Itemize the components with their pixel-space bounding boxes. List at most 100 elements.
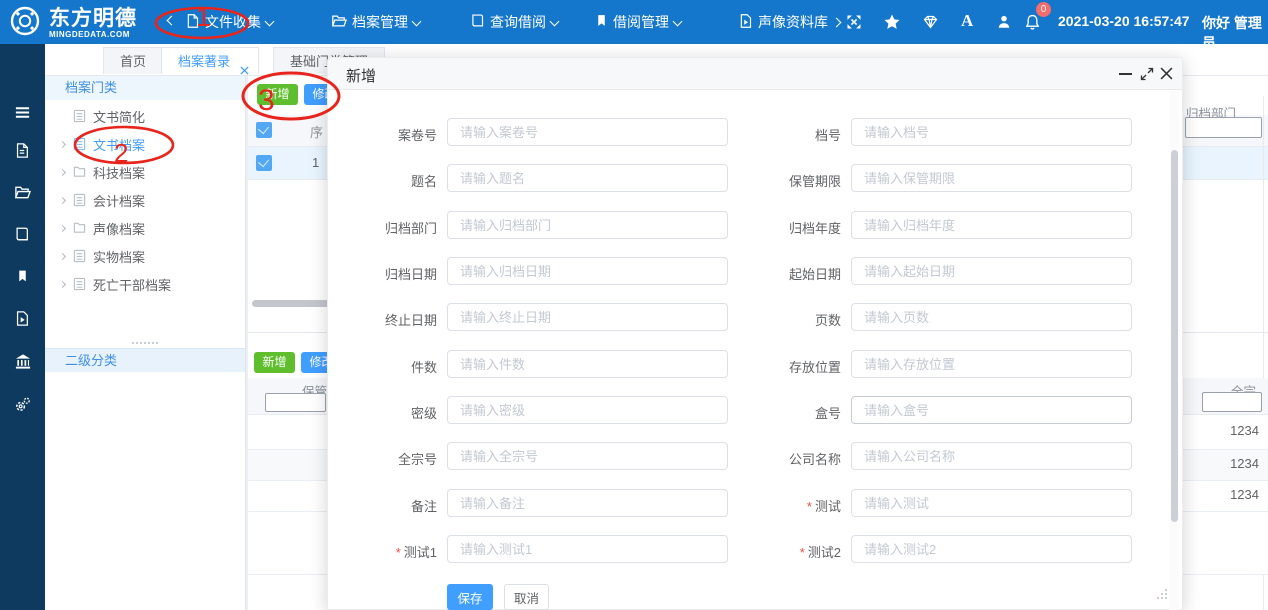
box-no-input[interactable] [851, 396, 1132, 424]
icon-sidebar [0, 44, 45, 610]
topnav-label: 查询借阅 [490, 14, 546, 30]
panel-title: 二级分类 [45, 348, 245, 372]
tree-item-doc-simplified[interactable]: 文书简化 [45, 103, 245, 129]
field-label: 题名 [410, 174, 437, 189]
field-label: 件数 [410, 360, 437, 375]
item-count-input[interactable] [447, 350, 728, 378]
font-size-icon[interactable]: A [961, 11, 979, 30]
case-file-no-input[interactable] [447, 118, 728, 146]
sidebar-document-icon[interactable] [14, 142, 31, 159]
sidebar-media-file-icon[interactable] [14, 310, 31, 327]
sidebar-gears-icon[interactable] [14, 396, 31, 413]
filing-date-input[interactable] [447, 257, 728, 285]
tree-item-tech-archive[interactable]: 科技档案 [45, 159, 245, 185]
field-label: 存放位置 [788, 360, 841, 375]
required-mark: * [806, 499, 812, 514]
sidebar-bank-icon[interactable] [14, 353, 31, 370]
chevron-right-icon [58, 252, 67, 260]
horizontal-scrollbar[interactable] [252, 300, 330, 307]
doc-icon [73, 137, 86, 151]
add-record-dialog: 新增 案卷号 档号 题名 保管期限 归档部门 归档年度 [327, 57, 1183, 610]
field-label: * 测试2 [799, 545, 841, 560]
doc-icon [73, 109, 86, 123]
tab-archive-cataloging[interactable]: 档案著录 [161, 47, 260, 75]
topnav-item-query-borrow[interactable]: 查询借阅 [470, 0, 560, 44]
topbar: 东方明德 MINGDEDATA.COM 文件收集 档案管理 查询借阅 借阅管理 [0, 0, 1268, 51]
folder-open-icon [331, 13, 347, 32]
minimize-icon[interactable] [1119, 73, 1132, 75]
tree-item-doc-archive[interactable]: 文书档案 [45, 131, 245, 157]
brand-title: 东方明德 [49, 7, 137, 30]
close-icon[interactable] [240, 57, 249, 75]
user-icon[interactable] [996, 13, 1014, 31]
user-greeting[interactable]: 你好 管理员 [1202, 13, 1268, 53]
security-level-input[interactable] [447, 396, 728, 424]
doc-icon [73, 249, 86, 263]
topnav-item-archive-manage[interactable]: 档案管理 [331, 0, 422, 44]
end-date-input[interactable] [447, 303, 728, 331]
panel-splitter[interactable] [45, 338, 245, 348]
resize-grip-icon[interactable] [1156, 587, 1168, 605]
system-datetime: 2021-03-20 16:57:47 [1058, 13, 1190, 29]
sidebar-book-icon[interactable] [14, 226, 31, 243]
company-name-input[interactable] [851, 442, 1132, 470]
test1-input[interactable] [447, 535, 728, 563]
chevron-right-icon [58, 224, 67, 232]
dept-filter-input[interactable] [1185, 117, 1262, 138]
cancel-button[interactable]: 取消 [504, 584, 549, 610]
add-button[interactable]: 新增 [257, 84, 298, 105]
folder-icon [73, 221, 86, 235]
storage-location-input[interactable] [851, 350, 1132, 378]
doc-icon [73, 193, 86, 207]
close-icon[interactable] [1160, 67, 1174, 81]
notification-badge: 0 [1036, 2, 1051, 17]
document-icon [185, 13, 200, 32]
dialog-scrollbar-thumb[interactable] [1171, 150, 1178, 522]
tree-item-physical-archive[interactable]: 实物档案 [45, 243, 245, 269]
tree-item-media-archive[interactable]: 声像档案 [45, 215, 245, 241]
brand-logo[interactable]: 东方明德 MINGDEDATA.COM [8, 4, 137, 43]
collapse-menu-icon[interactable] [166, 15, 177, 26]
save-button[interactable]: 保存 [447, 584, 493, 610]
start-date-input[interactable] [851, 257, 1132, 285]
gem-icon[interactable] [921, 13, 939, 31]
filing-dept-input[interactable] [447, 211, 728, 239]
title-input[interactable] [447, 164, 728, 192]
tree-item-deceased-cadre-archive[interactable]: 死亡干部档案 [45, 271, 245, 297]
hamburger-menu-icon[interactable] [14, 104, 31, 121]
retention-period-input[interactable] [851, 164, 1132, 192]
field-label: 起始日期 [788, 267, 841, 282]
test-input[interactable] [851, 489, 1132, 517]
field-label: 密级 [410, 406, 437, 421]
test2-input[interactable] [851, 535, 1132, 563]
topnav-label: 档案管理 [352, 14, 408, 30]
brand-subtitle: MINGDEDATA.COM [49, 30, 130, 39]
required-mark: * [799, 545, 805, 560]
keep-filter-input[interactable] [265, 393, 326, 412]
sidebar-bookmark-icon[interactable] [16, 268, 33, 285]
panel-title: 档案门类 [45, 76, 245, 100]
chevron-right-icon [58, 168, 67, 176]
field-label: 案卷号 [397, 128, 437, 143]
select-all-checkbox[interactable] [256, 122, 272, 138]
fullscreen-icon[interactable] [845, 13, 863, 31]
quanzong-filter-input[interactable] [1202, 392, 1262, 412]
topnav-item-borrow-manage[interactable]: 借阅管理 [595, 0, 683, 44]
add-button-lower[interactable]: 新增 [254, 352, 295, 373]
page-count-input[interactable] [851, 303, 1132, 331]
fonds-no-input[interactable] [447, 442, 728, 470]
remarks-input[interactable] [447, 489, 728, 517]
topnav-item-file-collect[interactable]: 文件收集 [185, 0, 275, 44]
tab-home[interactable]: 首页 [103, 47, 164, 74]
filing-year-input[interactable] [851, 211, 1132, 239]
archive-no-input[interactable] [851, 118, 1132, 146]
dialog-header[interactable]: 新增 [328, 58, 1182, 90]
maximize-icon[interactable] [1140, 67, 1154, 81]
tree-item-accounting-archive[interactable]: 会计档案 [45, 187, 245, 213]
topnav-item-media-library[interactable]: 声像资料库 [738, 0, 842, 44]
secondary-category-panel: 二级分类 [45, 348, 245, 610]
sidebar-folder-icon[interactable] [14, 184, 31, 201]
chevron-down-icon [672, 16, 683, 26]
star-favorite-icon[interactable] [883, 13, 901, 31]
row-checkbox[interactable] [256, 155, 272, 171]
